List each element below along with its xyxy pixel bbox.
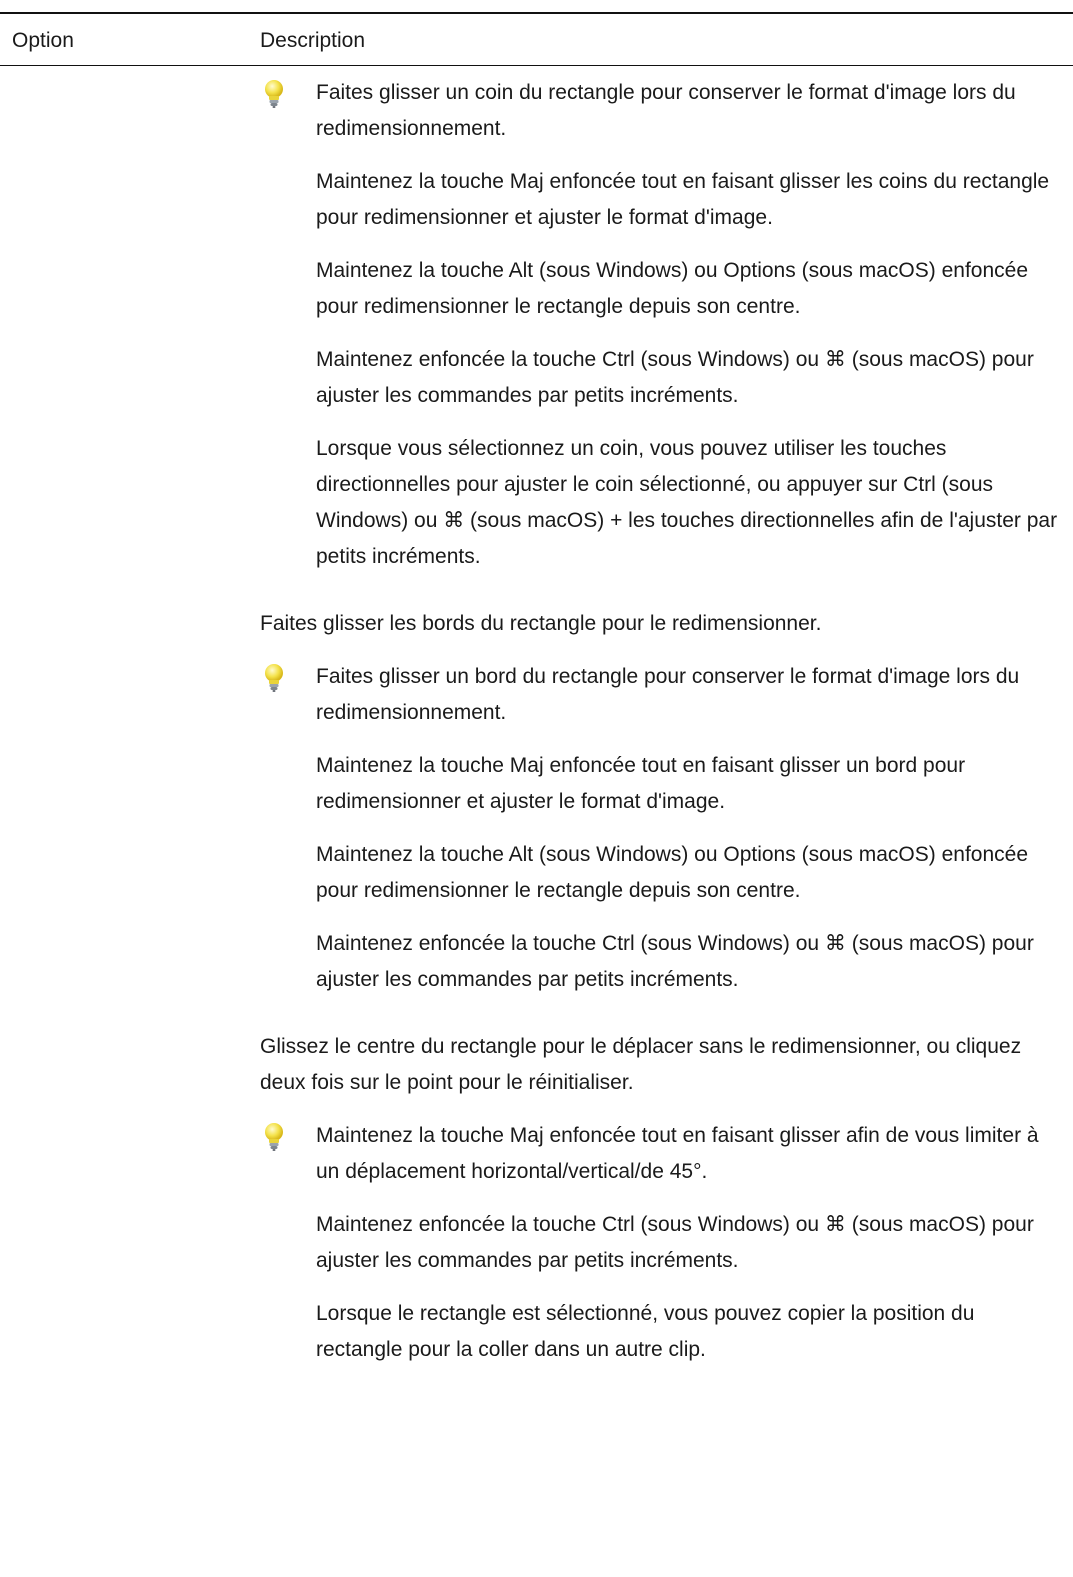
tip-block-corners: Faites glisser un coin du rectangle pour… xyxy=(260,75,1060,575)
description-cell: Faites glisser un coin du rectangle pour… xyxy=(260,75,1060,1399)
lightbulb-icon xyxy=(265,80,283,108)
edges-intro-text: Faites glisser les bords du rectangle po… xyxy=(260,612,822,635)
center-intro-text: Glissez le centre du rectangle pour le d… xyxy=(260,1035,1022,1094)
column-header-description: Description xyxy=(260,29,366,52)
tip-corners-text-3: Maintenez la touche Alt (sous Windows) o… xyxy=(316,259,1029,318)
tip-block-center: Maintenez la touche Maj enfoncée tout en… xyxy=(260,1118,1060,1368)
lightbulb-icon xyxy=(265,664,283,692)
table-header-rule xyxy=(0,65,1073,66)
tip-corners-text-5: Lorsque vous sélectionnez un coin, vous … xyxy=(316,437,1058,568)
column-header-option: Option xyxy=(12,29,74,52)
tip-edges-text-4: Maintenez enfoncée la touche Ctrl (sous … xyxy=(316,932,1034,991)
tip-edges-text-1: Faites glisser un bord du rectangle pour… xyxy=(316,665,1020,724)
table-top-rule xyxy=(0,12,1073,14)
tip-block-edges: Faites glisser un bord du rectangle pour… xyxy=(260,659,1060,998)
tip-edges-text-2: Maintenez la touche Maj enfoncée tout en… xyxy=(316,754,966,813)
lightbulb-icon xyxy=(265,1123,283,1151)
tip-corners-text-4: Maintenez enfoncée la touche Ctrl (sous … xyxy=(316,348,1034,407)
tip-corners-text-1: Faites glisser un coin du rectangle pour… xyxy=(316,81,1016,140)
tip-center-text-1: Maintenez la touche Maj enfoncée tout en… xyxy=(316,1124,1039,1183)
tip-corners-text-2: Maintenez la touche Maj enfoncée tout en… xyxy=(316,170,1050,229)
tip-center-text-3: Lorsque le rectangle est sélectionné, vo… xyxy=(316,1302,975,1361)
tip-center-text-2: Maintenez enfoncée la touche Ctrl (sous … xyxy=(316,1213,1034,1272)
tip-edges-text-3: Maintenez la touche Alt (sous Windows) o… xyxy=(316,843,1029,902)
